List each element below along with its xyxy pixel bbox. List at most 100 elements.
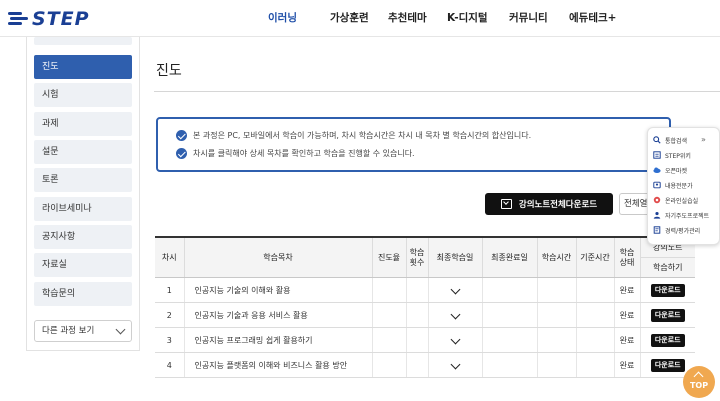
- quick-item-label: 온라인실습실: [665, 197, 699, 205]
- download-all-notes-button[interactable]: 강의노트전체다운로드: [485, 193, 613, 215]
- table-row[interactable]: 2 인공지능 기술과 응용 서비스 활용 완료 다운로드: [155, 302, 695, 328]
- quick-item-label: 내용전문가: [665, 182, 693, 190]
- site-header: STEP 이러닝 가상훈련 추천테마 K-디지털 커뮤니티 에듀테크+: [0, 0, 720, 37]
- career-icon: [653, 226, 661, 234]
- title-divider: [154, 91, 720, 92]
- other-course-select[interactable]: 다른 과정 보기: [34, 320, 132, 342]
- check-circle-icon: [176, 148, 187, 159]
- row-title[interactable]: 인공지능 플랫폼의 이해와 비즈니스 활용 방안: [183, 352, 372, 378]
- quick-item-career[interactable]: 경력/평가관리: [653, 224, 700, 236]
- row-progress: [371, 352, 406, 378]
- row-count: [405, 352, 428, 378]
- progress-table: 차시 학습목차 진도율 학습 횟수 최종학습일 최종완료일 학습시간 기준시간 …: [155, 236, 695, 378]
- wiki-icon: [653, 151, 661, 159]
- scroll-top-button[interactable]: TOP: [683, 366, 715, 398]
- col-header-no: 차시: [155, 236, 184, 278]
- sidebar-item-notice[interactable]: 공지사항: [34, 225, 132, 249]
- row-action: 다운로드: [639, 327, 695, 353]
- nav-virtual-training[interactable]: 가상훈련: [330, 0, 388, 37]
- quick-item-online-lab[interactable]: 온라인실습실: [653, 194, 698, 206]
- download-all-notes-label: 강의노트전체다운로드: [518, 200, 598, 210]
- nav-elearning[interactable]: 이러닝: [268, 0, 330, 37]
- table-row[interactable]: 1 인공지능 기술의 이해와 활용 완료 다운로드: [155, 277, 695, 303]
- download-button[interactable]: 다운로드: [650, 283, 685, 297]
- quick-item-project[interactable]: 자기주도프로젝트: [653, 209, 709, 221]
- lab-icon: [653, 196, 661, 204]
- nav-recommended-theme[interactable]: 추천테마: [388, 0, 447, 37]
- sidebar-item-live-seminar[interactable]: 라이브세미나: [34, 197, 132, 221]
- row-expand[interactable]: [427, 302, 482, 328]
- row-expand[interactable]: [427, 352, 482, 378]
- sidebar-item-cut[interactable]: [34, 37, 132, 45]
- check-circle-icon: [176, 130, 187, 141]
- col-header-count: 학습 횟수: [405, 236, 428, 278]
- search-icon: [653, 136, 661, 144]
- quick-menu: » 통합검색 STEP위키 오픈마켓 내용전문가 온라인실습실 자기주도프로젝트…: [647, 127, 720, 245]
- row-study-time: [536, 302, 576, 328]
- nav-edutech[interactable]: 에듀테크+: [569, 0, 629, 37]
- cloud-icon: [653, 167, 661, 174]
- chevron-down-icon[interactable]: [450, 309, 460, 319]
- row-title[interactable]: 인공지능 기술의 이해와 활용: [183, 277, 372, 303]
- chevron-down-icon[interactable]: [450, 334, 460, 344]
- row-title[interactable]: 인공지능 기술과 응용 서비스 활용: [183, 302, 372, 328]
- chevron-down-icon[interactable]: [450, 359, 460, 369]
- logo[interactable]: STEP: [8, 8, 90, 30]
- row-last-complete: [481, 352, 537, 378]
- table-row[interactable]: 3 인공지능 프로그래밍 쉽게 활용하기 완료 다운로드: [155, 327, 695, 353]
- row-title[interactable]: 인공지능 프로그래밍 쉽게 활용하기: [183, 327, 372, 353]
- sidebar-item-survey[interactable]: 설문: [34, 140, 132, 164]
- download-button[interactable]: 다운로드: [650, 308, 685, 322]
- row-status: 완료: [613, 302, 640, 328]
- scroll-top-label: TOP: [689, 381, 709, 390]
- quick-item-wiki[interactable]: STEP위키: [653, 149, 691, 161]
- row-study-time: [536, 352, 576, 378]
- collapse-quick-menu-icon[interactable]: »: [701, 135, 706, 144]
- nav-community[interactable]: 커뮤니티: [509, 0, 569, 37]
- col-header-status: 학습 상태: [613, 236, 640, 278]
- row-no: 4: [155, 352, 184, 378]
- row-expand[interactable]: [427, 277, 482, 303]
- chevron-down-icon: [115, 324, 126, 335]
- other-course-select-label: 다른 과정 보기: [42, 326, 95, 336]
- row-last-complete: [481, 327, 537, 353]
- table-header-row: 차시 학습목차 진도율 학습 횟수 최종학습일 최종완료일 학습시간 기준시간 …: [155, 236, 695, 278]
- row-no: 3: [155, 327, 184, 353]
- arrow-up-icon: [693, 371, 704, 382]
- download-button[interactable]: 다운로드: [650, 358, 685, 372]
- row-study-time: [536, 327, 576, 353]
- row-count: [405, 302, 428, 328]
- table-row[interactable]: 4 인공지능 플랫폼의 이해와 비즈니스 활용 방안 완료 다운로드: [155, 352, 695, 378]
- quick-item-open-market[interactable]: 오픈마켓: [653, 164, 687, 176]
- col-header-last-complete: 최종완료일: [481, 236, 537, 278]
- row-base-time: [575, 302, 614, 328]
- row-status: 완료: [613, 327, 640, 353]
- row-last-complete: [481, 277, 537, 303]
- sidebar-item-discussion[interactable]: 토론: [34, 168, 132, 192]
- expert-icon: [653, 181, 661, 189]
- download-icon: [500, 199, 512, 209]
- sidebar-item-assignment[interactable]: 과제: [34, 112, 132, 136]
- project-icon: [653, 211, 661, 219]
- sidebar: 진도 시험 과제 설문 토론 라이브세미나 공지사항 자료실 학습문의 다른 과…: [26, 37, 140, 351]
- sidebar-item-progress[interactable]: 진도: [34, 55, 132, 79]
- sidebar-item-inquiry[interactable]: 학습문의: [34, 282, 132, 306]
- download-button[interactable]: 다운로드: [650, 333, 685, 347]
- page-title: 진도: [156, 63, 182, 79]
- row-expand[interactable]: [427, 327, 482, 353]
- row-status: 완료: [613, 277, 640, 303]
- chevron-down-icon[interactable]: [450, 284, 460, 294]
- sidebar-item-archive[interactable]: 자료실: [34, 253, 132, 277]
- row-progress: [371, 277, 406, 303]
- quick-item-label: 오픈마켓: [665, 167, 688, 175]
- row-action: 다운로드: [639, 302, 695, 328]
- sidebar-item-exam[interactable]: 시험: [34, 83, 132, 107]
- quick-item-expert[interactable]: 내용전문가: [653, 179, 693, 191]
- col-header-study: 학습하기: [653, 263, 683, 272]
- col-header-base-time: 기준시간: [575, 236, 614, 278]
- notice-row: 차시를 클릭해야 상세 목차를 확인하고 학습을 진행할 수 있습니다.: [176, 148, 415, 159]
- notice-box: 본 과정은 PC, 모바일에서 학습이 가능하며, 차시 학습시간은 차시 내 …: [156, 117, 671, 172]
- row-progress: [371, 302, 406, 328]
- nav-k-digital[interactable]: K-디지털: [447, 0, 509, 37]
- quick-item-search[interactable]: 통합검색: [653, 134, 687, 146]
